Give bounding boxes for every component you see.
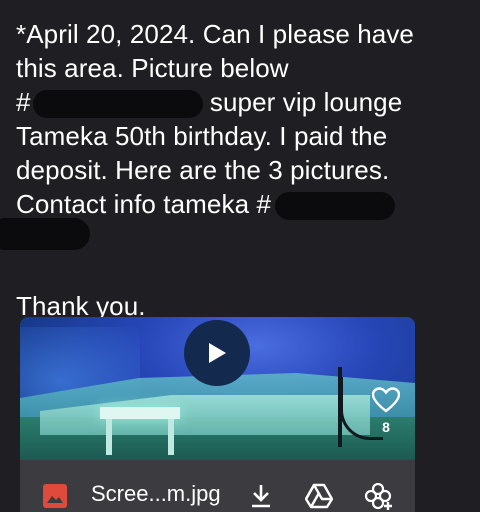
message-spacer (16, 255, 472, 289)
message-line-3-prefix: # (16, 87, 31, 117)
heart-icon (368, 387, 404, 413)
message-line-2: this area. Picture below (16, 53, 289, 83)
redacted-contact (275, 192, 396, 221)
message-line-4: Tameka 50th birthday. I paid the (16, 121, 388, 151)
message-line-6-text: Contact info tameka # (16, 189, 272, 219)
play-button[interactable] (184, 320, 250, 386)
redacted-phone (32, 90, 203, 119)
message-line-1: *April 20, 2024. Can I please have (16, 19, 414, 49)
image-file-icon (42, 483, 68, 512)
message-line-3: # super vip lounge (16, 85, 472, 119)
thumbnail-table-leg (106, 419, 112, 455)
like-button[interactable]: 8 (368, 387, 404, 435)
google-drive-icon[interactable] (304, 483, 334, 512)
thumbnail-table (100, 407, 180, 419)
file-name[interactable]: Scree...m.jpg (91, 481, 221, 507)
redacted-contact-continued (0, 218, 90, 250)
video-thumbnail[interactable]: 8 (20, 317, 415, 460)
video-attachment[interactable]: 8 Scree...m.jpg (20, 317, 415, 512)
thumbnail-table-leg (168, 419, 174, 455)
message-text: *April 20, 2024. Can I please have this … (16, 17, 472, 323)
like-count: 8 (382, 419, 390, 435)
message-line-3-suffix: super vip lounge (209, 87, 403, 117)
message-line-5: deposit. Here are the 3 pictures. (16, 155, 390, 185)
download-icon[interactable] (249, 483, 273, 512)
add-to-photos-icon[interactable] (364, 482, 394, 512)
play-icon (207, 342, 227, 364)
message-line-6: Contact info tameka # (16, 187, 472, 221)
